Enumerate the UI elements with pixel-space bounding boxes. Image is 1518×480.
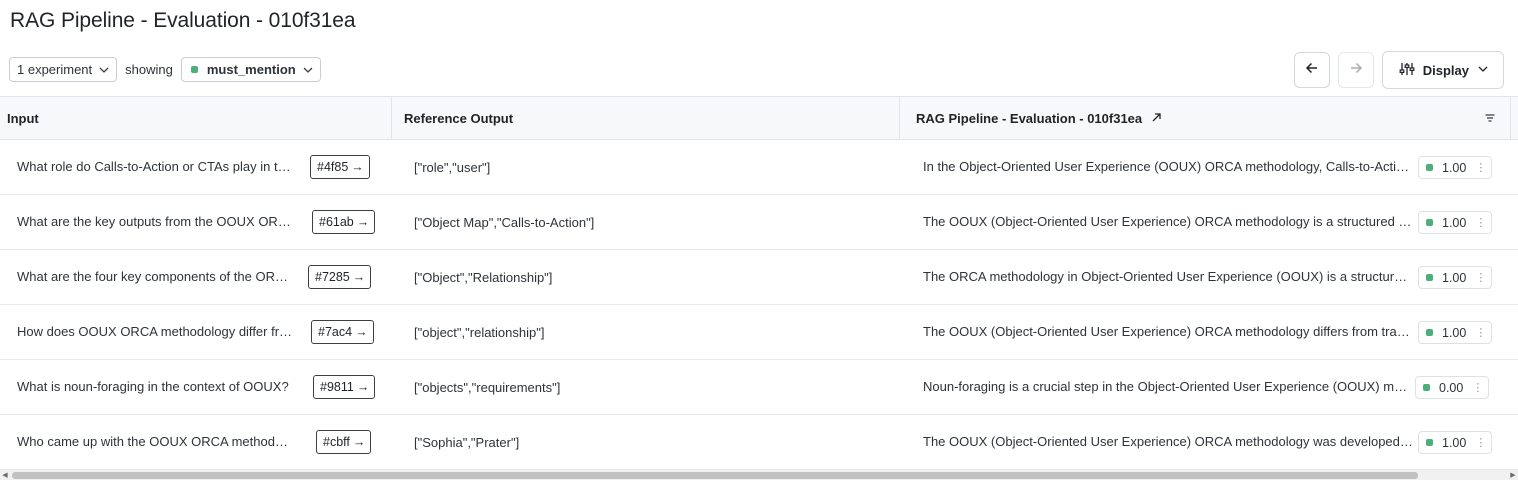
header-reference-output[interactable]: Reference Output [404,97,513,139]
score-chip[interactable]: 0.00 ⋮ [1415,376,1490,399]
example-id: #7ac4 [318,325,353,339]
example-id-link[interactable]: #4f85 → [310,155,370,179]
score-dot [1426,274,1433,281]
arrow-right-icon: → [352,435,366,449]
score-dot [1426,439,1433,446]
arrow-left-icon [1305,61,1319,80]
metric-color-dot [190,66,198,73]
score-dot [1426,164,1433,171]
display-button-label: Display [1422,62,1469,78]
horizontal-scrollbar[interactable]: ◀ ▶ [0,470,1518,480]
row-input: Who came up with the OOUX ORCA methodolo… [17,434,295,449]
row-output: The OOUX (Object-Oriented User Experienc… [923,434,1413,449]
example-id-link[interactable]: #61ab → [312,210,376,234]
score-value: 1.00 [1442,270,1467,285]
score-chip[interactable]: 1.00 ⋮ [1418,431,1493,454]
example-id-link[interactable]: #cbff → [316,430,372,454]
chevron-down-icon [1477,63,1489,78]
row-reference: ["role","user"] [414,159,491,175]
scroll-right-icon[interactable]: ▶ [1508,470,1518,480]
arrow-right-icon: → [352,270,366,284]
table-row[interactable]: What role do Calls-to-Action or CTAs pla… [0,140,1518,195]
more-icon[interactable]: ⋮ [1475,271,1486,284]
more-icon[interactable]: ⋮ [1472,381,1483,394]
header-input[interactable]: Input [7,97,39,139]
arrow-right-icon: → [356,215,370,229]
row-reference: ["Object","Relationship"] [414,269,553,285]
previous-button[interactable] [1293,52,1330,88]
table-row[interactable]: What are the key outputs from the OOUX O… [0,195,1518,250]
score-chip[interactable]: 1.00 ⋮ [1418,211,1493,234]
example-id: #7285 [315,270,350,284]
score-value: 1.00 [1442,325,1467,340]
score-value: 1.00 [1442,215,1467,230]
row-input: How does OOUX ORCA methodology differ fr… [17,324,295,339]
row-output: The OOUX (Object-Oriented User Experienc… [923,324,1413,339]
next-button[interactable] [1337,52,1374,88]
score-chip[interactable]: 1.00 ⋮ [1418,266,1493,289]
more-icon[interactable]: ⋮ [1475,436,1486,449]
example-id: #cbff [323,435,350,449]
header-experiment-label: RAG Pipeline - Evaluation - 010f31ea [916,110,1143,126]
more-icon[interactable]: ⋮ [1475,161,1486,174]
more-icon[interactable]: ⋮ [1475,326,1486,339]
row-reference: ["objects","requirements"] [414,379,561,395]
header-experiment[interactable]: RAG Pipeline - Evaluation - 010f31ea [916,97,1162,139]
results-table: Input Reference Output RAG Pipeline - Ev… [0,96,1518,471]
more-icon[interactable]: ⋮ [1475,216,1486,229]
score-dot [1426,329,1433,336]
table-header: Input Reference Output RAG Pipeline - Ev… [0,97,1518,140]
example-id: #4f85 [317,160,349,174]
toolbar-left: 1 experiment showing must_mention [9,57,321,82]
example-id-link[interactable]: #7ac4 → [311,320,374,344]
example-id: #9811 [320,380,354,394]
filter-icon[interactable] [1484,97,1496,139]
experiment-select[interactable]: 1 experiment [9,57,118,82]
arrow-right-icon: → [351,160,364,174]
score-value: 0.00 [1439,380,1464,395]
score-value: 1.00 [1442,435,1467,450]
score-chip[interactable]: 1.00 ⋮ [1418,321,1493,344]
arrow-right-icon: → [355,325,368,339]
table-row[interactable]: What is noun-foraging in the context of … [0,360,1518,415]
showing-label: showing [125,62,173,77]
metric-select[interactable]: must_mention [180,57,321,82]
row-reference: ["Object Map","Calls-to-Action"] [414,214,595,230]
arrow-right-icon [1349,61,1363,80]
row-output: The ORCA methodology in Object-Oriented … [923,269,1413,284]
external-link-icon[interactable] [1151,111,1162,126]
table-row[interactable]: Who came up with the OOUX ORCA methodolo… [0,415,1518,470]
example-id: #61ab [319,215,354,229]
scroll-thumb[interactable] [12,472,1418,479]
score-dot [1423,384,1430,391]
row-reference: ["Sophia","Prater"] [414,434,520,450]
sliders-icon [1399,61,1415,80]
display-button[interactable]: Display [1381,51,1504,89]
row-reference: ["object","relationship"] [414,324,545,340]
row-input: What are the key outputs from the OOUX O… [17,214,295,229]
scroll-left-icon[interactable]: ◀ [0,470,10,480]
row-input: What is noun-foraging in the context of … [17,379,289,394]
row-input: What role do Calls-to-Action or CTAs pla… [17,159,295,174]
table-row[interactable]: What are the four key components of the … [0,250,1518,305]
chevron-down-icon [302,64,314,76]
row-output: The OOUX (Object-Oriented User Experienc… [923,214,1413,229]
arrow-right-icon: → [356,380,370,394]
row-input: What are the four key components of the … [17,269,295,284]
example-id-link[interactable]: #7285 → [308,265,372,289]
score-value: 1.00 [1442,160,1467,175]
score-dot [1426,219,1433,226]
example-id-link[interactable]: #9811 → [313,375,376,399]
page-title: RAG Pipeline - Evaluation - 010f31ea [10,9,356,32]
metric-select-label: must_mention [206,62,296,77]
row-output: Noun-foraging is a crucial step in the O… [923,379,1410,394]
score-chip[interactable]: 1.00 ⋮ [1418,156,1493,179]
toolbar-right: Display [1293,51,1504,89]
row-output: In the Object-Oriented User Experience (… [923,159,1413,174]
table-row[interactable]: How does OOUX ORCA methodology differ fr… [0,305,1518,360]
experiment-select-label: 1 experiment [17,62,93,77]
chevron-down-icon [98,64,110,76]
